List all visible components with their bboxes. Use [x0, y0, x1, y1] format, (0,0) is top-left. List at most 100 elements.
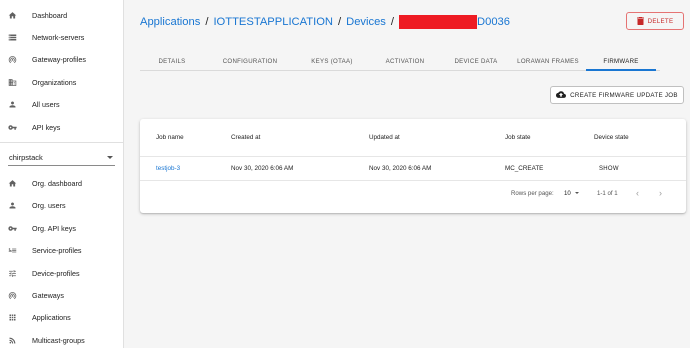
device-tabs: DETAILS CONFIGURATION KEYS (OTAA) ACTIVA…	[140, 52, 660, 71]
sidebar-item-all-users[interactable]: All users	[0, 94, 123, 116]
delete-button[interactable]: DELETE	[626, 12, 684, 30]
chevron-down-icon	[574, 192, 579, 194]
table-header: Job name Created at Updated at Job state…	[140, 119, 686, 157]
chevron-down-icon	[107, 156, 113, 160]
key-icon	[8, 123, 17, 132]
delete-button-label: DELETE	[647, 17, 674, 25]
tab-label: KEYS (OTAA)	[311, 57, 353, 65]
breadcrumb-applications-link[interactable]: Applications	[140, 16, 200, 28]
sidebar-item-label: Organizations	[32, 77, 77, 87]
sidebar-org-nav: Org. dashboard Org. users Org. API keys …	[0, 172, 123, 348]
column-header-updated-at: Updated at	[369, 134, 400, 141]
tab-label: CONFIGURATION	[222, 57, 278, 65]
chevron-right-icon[interactable]: ›	[659, 182, 662, 204]
tab-label: FIRMWARE	[603, 57, 639, 65]
sidebar-item-network-servers[interactable]: Network-servers	[0, 26, 123, 48]
table-row: testjob-3 Nov 30, 2020 6:06 AM Nov 30, 2…	[140, 157, 686, 181]
home-icon	[8, 179, 17, 188]
breadcrumb-separator: /	[390, 16, 395, 28]
tab-device-data[interactable]: DEVICE DATA	[442, 52, 510, 70]
breadcrumb-devices-link[interactable]: Devices	[346, 16, 386, 28]
sidebar-item-label: Org. users	[32, 201, 66, 211]
home-icon	[8, 11, 17, 20]
breadcrumb: Applications / IOTTESTAPPLICATION / Devi…	[140, 15, 510, 29]
sidebar-item-label: Multicast-groups	[32, 335, 85, 345]
created-at-cell: Nov 30, 2020 6:06 AM	[231, 165, 294, 172]
tab-details[interactable]: DETAILS	[140, 52, 204, 70]
breadcrumb-device-name: D0036	[477, 16, 510, 28]
tab-lorawan-frames[interactable]: LORAWAN FRAMES	[510, 52, 586, 70]
organization-select-value: chirpstack	[9, 153, 43, 163]
person-icon	[8, 201, 17, 210]
create-firmware-update-job-button[interactable]: CREATE FIRMWARE UPDATE JOB	[550, 86, 684, 104]
key-icon	[8, 224, 17, 233]
domain-icon	[8, 78, 17, 87]
column-header-created-at: Created at	[231, 134, 261, 141]
sidebar-divider	[0, 142, 123, 144]
breadcrumb-application-link[interactable]: IOTTESTAPPLICATION	[213, 16, 333, 28]
organization-select[interactable]: chirpstack	[8, 150, 115, 167]
sidebar-item-org-users[interactable]: Org. users	[0, 195, 123, 217]
pagination: Rows per page: 10 1-1 of 1 ‹ ›	[140, 182, 686, 204]
column-header-job-name: Job name	[156, 134, 184, 141]
updated-at-cell: Nov 30, 2020 6:06 AM	[369, 165, 432, 172]
wifi-icon	[8, 55, 17, 64]
breadcrumb-separator: /	[205, 16, 209, 28]
rows-per-page-select[interactable]: 10	[564, 182, 579, 204]
redaction-block	[399, 15, 478, 29]
rows-per-page-label: Rows per page:	[511, 189, 554, 197]
sidebar-item-label: API keys	[32, 122, 61, 132]
sidebar-item-label: Org. API keys	[32, 223, 76, 233]
tab-label: DETAILS	[158, 57, 186, 65]
sidebar-item-gateway-profiles[interactable]: Gateway-profiles	[0, 49, 123, 71]
sidebar-item-organizations[interactable]: Organizations	[0, 71, 123, 93]
cloud-upload-icon	[556, 91, 567, 98]
chevron-left-icon[interactable]: ‹	[636, 182, 639, 204]
tab-label: DEVICE DATA	[454, 57, 498, 65]
apps-icon	[8, 313, 17, 322]
tab-activation[interactable]: ACTIVATION	[368, 52, 442, 70]
tab-keys-otaa[interactable]: KEYS (OTAA)	[296, 52, 368, 70]
job-name-link[interactable]: testjob-3	[156, 157, 180, 180]
sidebar-item-label: Device-profiles	[32, 268, 80, 278]
show-device-state-button[interactable]: SHOW	[599, 157, 619, 180]
tune-icon	[8, 269, 17, 278]
storage-icon	[8, 33, 17, 42]
rows-per-page-value: 10	[564, 189, 571, 197]
account-details-icon	[8, 246, 17, 255]
breadcrumb-separator: /	[338, 16, 342, 28]
sidebar-item-label: Applications	[32, 313, 71, 323]
sidebar-item-label: Org. dashboard	[32, 179, 82, 189]
sidebar-item-label: Gateway-profiles	[32, 55, 86, 65]
column-header-device-state: Device state	[594, 134, 629, 141]
sidebar-item-device-profiles[interactable]: Device-profiles	[0, 262, 123, 284]
create-firmware-update-job-label: CREATE FIRMWARE UPDATE JOB	[570, 91, 678, 99]
main-content: Applications / IOTTESTAPPLICATION / Devi…	[124, 0, 690, 348]
firmware-jobs-table: Job name Created at Updated at Job state…	[140, 119, 686, 213]
sidebar-item-label: All users	[32, 100, 60, 110]
sidebar-item-label: Dashboard	[32, 10, 68, 20]
tab-label: ACTIVATION	[385, 57, 425, 65]
job-state-cell: MC_CREATE	[505, 165, 544, 172]
sidebar-item-org-dashboard[interactable]: Org. dashboard	[0, 172, 123, 194]
person-icon	[8, 100, 17, 109]
sidebar-top-nav: Dashboard Network-servers Gateway-profil…	[0, 0, 123, 138]
sidebar-item-api-keys[interactable]: API keys	[0, 116, 123, 138]
sidebar-item-label: Network-servers	[32, 33, 85, 43]
tab-configuration[interactable]: CONFIGURATION	[204, 52, 296, 70]
sidebar-item-label: Gateways	[32, 290, 64, 300]
sidebar-item-applications[interactable]: Applications	[0, 307, 123, 329]
sidebar-item-org-api-keys[interactable]: Org. API keys	[0, 217, 123, 239]
sidebar: Dashboard Network-servers Gateway-profil…	[0, 0, 124, 348]
tab-firmware[interactable]: FIRMWARE	[586, 52, 656, 71]
trash-icon	[636, 17, 644, 25]
tab-label: LORAWAN FRAMES	[517, 57, 579, 65]
column-header-job-state: Job state	[505, 134, 531, 141]
sidebar-item-gateways[interactable]: Gateways	[0, 284, 123, 306]
sidebar-item-dashboard[interactable]: Dashboard	[0, 4, 123, 26]
sidebar-item-label: Service-profiles	[32, 246, 82, 256]
wifi-icon	[8, 291, 17, 300]
pagination-range: 1-1 of 1	[597, 189, 618, 197]
sidebar-item-service-profiles[interactable]: Service-profiles	[0, 240, 123, 262]
sidebar-item-multicast-groups[interactable]: Multicast-groups	[0, 329, 123, 348]
